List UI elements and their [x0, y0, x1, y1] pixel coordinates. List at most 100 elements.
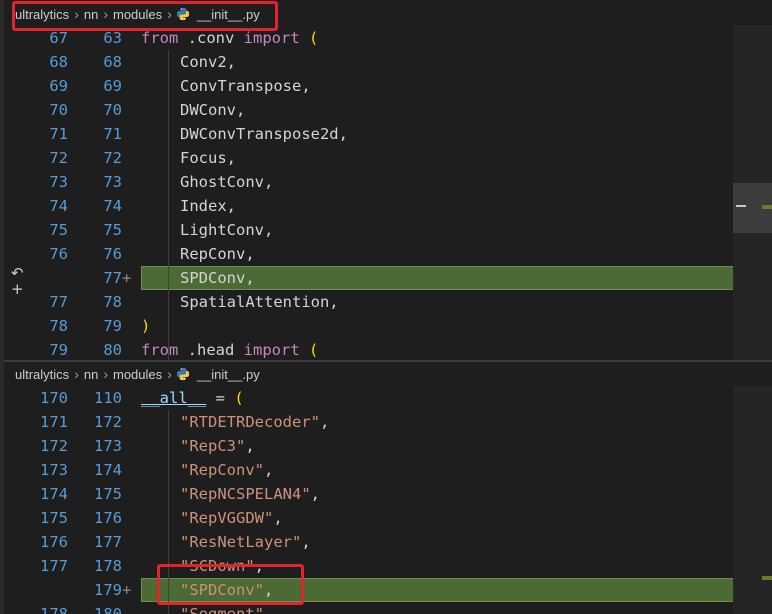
breadcrumb-nn[interactable]: nn [83, 367, 99, 382]
indent-guide [168, 50, 169, 360]
left-edge-strip [0, 0, 4, 614]
string-literal: "ResNetLayer" [180, 533, 302, 551]
code-area-top[interactable]: 67 63 from .conv import (68 68 Conv2, 69 69 Con… [0, 26, 772, 360]
code-text: SPDConv, [180, 269, 255, 287]
breadcrumb-ultralytics[interactable]: ultralytics [14, 367, 70, 382]
code-line[interactable]: 72 72 Focus, [0, 146, 772, 170]
breadcrumb-modules[interactable]: modules [112, 367, 163, 382]
comma: , [310, 485, 320, 503]
added-code-line[interactable]: +77 SPDConv, [0, 266, 772, 290]
string-literal: "RepConv" [180, 461, 264, 479]
added-code-line[interactable]: +179 "SPDConv", [0, 578, 772, 602]
line-number-modified: 110 [94, 389, 122, 407]
code-line[interactable]: 68 68 Conv2, [0, 50, 772, 74]
code-line[interactable]: 76 76 RepConv, [0, 242, 772, 266]
line-number-original: 170 [40, 389, 68, 407]
code-line[interactable]: 171 172 "RTDETRDecoder", [0, 410, 772, 434]
code-line[interactable]: 172 173 "RepC3", [0, 434, 772, 458]
line-number-modified: 71 [103, 125, 122, 143]
line-number-modified: 70 [103, 101, 122, 119]
code-line[interactable]: 177 178 "SCDown", [0, 554, 772, 578]
line-number-modified: 80 [103, 341, 122, 359]
code-line[interactable]: 78 79) [0, 314, 772, 338]
comma: , [319, 413, 330, 431]
code-line[interactable]: 77 78 SpatialAttention, [0, 290, 772, 314]
string-literal: "RepNCSPELAN4" [180, 485, 311, 503]
code-line[interactable]: 75 75 LightConv, [0, 218, 772, 242]
code-text: "ResNetLayer", [180, 530, 311, 554]
open-paren: ( [234, 389, 244, 407]
code-line[interactable]: 74 74 Index, [0, 194, 772, 218]
code-line[interactable]: 69 69 ConvTranspose, [0, 74, 772, 98]
line-number-original: 175 [40, 509, 68, 527]
code-line[interactable]: 178 180 "Segment", [0, 602, 772, 614]
code-text: ConvTranspose, [180, 77, 311, 95]
line-number-modified: 180 [94, 605, 122, 614]
code-text: Index, [180, 197, 236, 215]
code-line[interactable]: 79 80 from .head import ( [0, 338, 772, 360]
line-number-original: 177 [40, 557, 68, 575]
added-line-marker: + [122, 269, 132, 287]
added-line-marker: + [122, 581, 132, 599]
overview-added-marker [762, 205, 772, 209]
line-number-modified: 179 [94, 581, 122, 599]
code-line[interactable]: 71 71 DWConvTranspose2d, [0, 122, 772, 146]
code-text: DWConvTranspose2d, [180, 125, 348, 143]
code-line[interactable]: 170 110 __all__ = ( [0, 386, 772, 410]
code-text: SpatialAttention, [180, 293, 339, 311]
string-literal: "RTDETRDecoder" [180, 413, 320, 431]
line-number-original: 77 [49, 293, 68, 311]
code-line[interactable]: 70 70 DWConv, [0, 98, 772, 122]
module-name: .head [178, 341, 244, 359]
keyword-from: from [141, 29, 179, 47]
line-number-modified: 176 [94, 509, 122, 527]
line-number-original: 79 [49, 341, 68, 359]
revert-controls[interactable]: ↶ + [11, 265, 24, 297]
all-variable: __all__ [141, 389, 207, 407]
line-number-modified: 177 [94, 533, 122, 551]
line-number-modified: 173 [94, 437, 122, 455]
line-number-modified: 172 [94, 413, 122, 431]
highlight-box-spdconv [157, 564, 304, 605]
diff-pane-top[interactable]: ultralytics › nn › modules › __init__.py… [0, 0, 772, 360]
overview-marker [736, 205, 746, 207]
python-file-icon [176, 367, 189, 381]
line-number-original: 172 [40, 437, 68, 455]
revert-icon[interactable]: ↶ [11, 265, 24, 281]
line-number-modified: 69 [103, 77, 122, 95]
code-line[interactable]: 173 174 "RepConv", [0, 458, 772, 482]
line-number-original: 72 [49, 149, 68, 167]
comma: , [273, 509, 283, 527]
line-number-original: 70 [49, 101, 68, 119]
line-number-original: 71 [49, 125, 68, 143]
code-area-bottom[interactable]: 170 110 __all__ = (171 172 "RTDETRDecoder", 1… [0, 386, 772, 614]
code-text: LightConv, [180, 221, 274, 239]
comma: , [264, 461, 274, 479]
comma: , [264, 605, 274, 614]
string-literal: "Segment" [180, 605, 264, 614]
open-paren: ( [299, 29, 319, 47]
code-text: "RepNCSPELAN4", [180, 482, 320, 506]
code-text: __all__ = ( [141, 386, 244, 410]
code-line[interactable]: 73 73 GhostConv, [0, 170, 772, 194]
line-number-modified: 68 [103, 53, 122, 71]
breadcrumb-file[interactable]: __init__.py [196, 367, 261, 382]
code-text: "RepVGGDW", [180, 506, 283, 530]
diff-pane-bottom[interactable]: ultralytics › nn › modules › __init__.py… [0, 360, 772, 614]
line-number-modified: 174 [94, 461, 122, 479]
code-line[interactable]: 176 177 "ResNetLayer", [0, 530, 772, 554]
code-line[interactable]: 174 175 "RepNCSPELAN4", [0, 482, 772, 506]
code-text: Focus, [180, 149, 236, 167]
plus-icon[interactable]: + [11, 281, 24, 297]
line-number-original: 68 [49, 53, 68, 71]
line-number-original: 176 [40, 533, 68, 551]
line-number-modified: 175 [94, 485, 122, 503]
code-line[interactable]: 175 176 "RepVGGDW", [0, 506, 772, 530]
line-number-original: 173 [40, 461, 68, 479]
chevron-right-icon: › [103, 366, 108, 382]
line-number-modified: 79 [103, 317, 122, 335]
line-number-modified: 75 [103, 221, 122, 239]
line-number-original: 174 [40, 485, 68, 503]
code-text: DWConv, [180, 101, 246, 119]
chevron-right-icon: › [167, 366, 172, 382]
